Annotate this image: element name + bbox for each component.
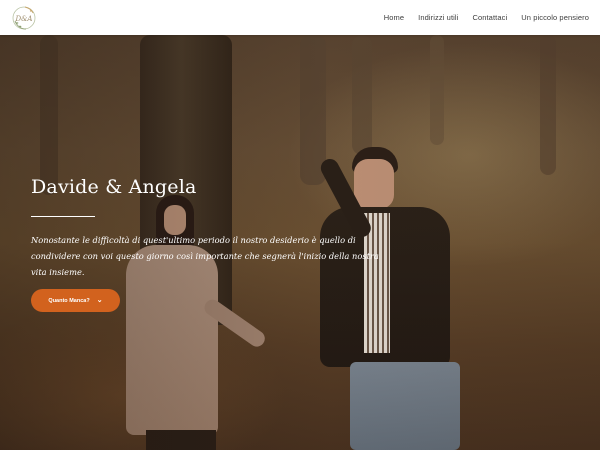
hero-divider <box>31 216 95 217</box>
site-header: D&A Home Indirizzi utili Contattaci Un p… <box>0 0 600 35</box>
nav-un-piccolo-pensiero[interactable]: Un piccolo pensiero <box>521 13 589 22</box>
hero-subtitle: Nonostante le difficoltà di quest'ultimo… <box>31 235 379 277</box>
countdown-button-label: Quanto Manca? <box>48 297 90 304</box>
nav-indirizzi-utili[interactable]: Indirizzi utili <box>418 13 458 22</box>
nav-home[interactable]: Home <box>384 13 404 22</box>
monogram-wreath-icon: D&A <box>12 6 36 29</box>
svg-text:D&A: D&A <box>15 15 33 23</box>
main-nav: Home Indirizzi utili Contattaci Un picco… <box>370 13 589 22</box>
nav-contattaci[interactable]: Contattaci <box>472 13 507 22</box>
hero-title: Davide & Angela <box>31 176 197 198</box>
chevron-down-icon: ⌄ <box>96 297 103 304</box>
logo[interactable]: D&A <box>11 5 37 31</box>
countdown-button[interactable]: Quanto Manca? ⌄ <box>31 289 120 312</box>
hero-section: Davide & Angela Nonostante le difficoltà… <box>0 35 600 450</box>
